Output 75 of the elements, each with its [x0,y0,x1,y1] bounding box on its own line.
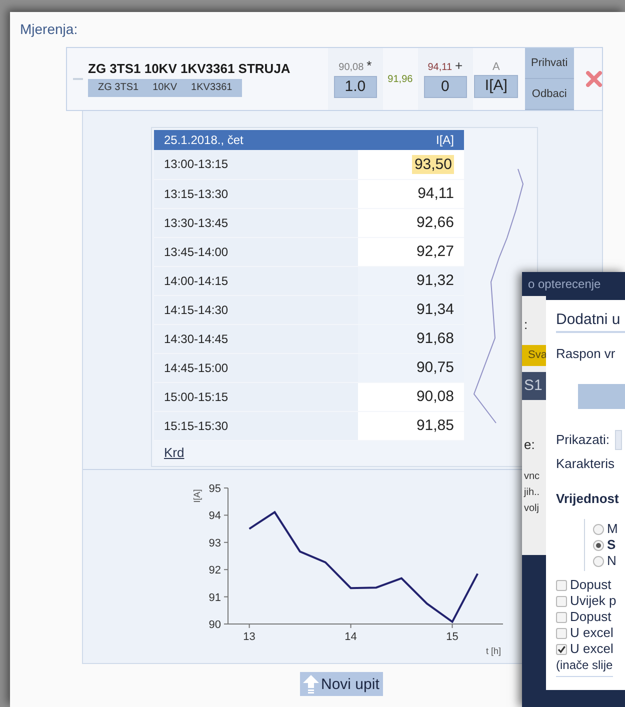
show-label: Prikazati: [556,432,610,448]
max-field[interactable]: 0 [424,76,467,98]
radio-option[interactable]: S [593,537,616,553]
range-button[interactable] [578,384,625,409]
value-cell: 91,85 [358,411,464,440]
check-icon [557,644,566,654]
x-tick-label: 15 [446,631,458,643]
time-cell: 13:15-13:30 [154,179,358,208]
time-cell: 15:00-15:15 [154,382,358,411]
note-text: (inače slije [556,657,613,677]
header-fragment: S1 [522,372,546,400]
y-axis-title: I[A] [192,489,202,503]
text-fragment: volj [523,502,540,516]
unit-field[interactable]: I[A] [474,74,518,98]
x-tick-label: 14 [344,631,357,643]
unit-label: A [492,60,500,72]
time-cell: 14:30-14:45 [154,324,358,353]
window-title: o opterecenje [528,277,601,291]
show-field[interactable] [615,430,622,450]
min-reading: 90,08 [338,62,364,74]
accept-button[interactable]: Prihvati [524,48,574,79]
y-tick-label: 93 [208,537,221,550]
max-reading: 94,11 [428,62,452,74]
value-cell: 90,08 [358,382,464,411]
section-label: Mjerenja: [20,20,78,38]
y-tick-label: 95 [208,483,221,495]
highlighted-value: 93,50 [412,154,454,174]
x-axis-title: t [h] [486,646,501,656]
text-fragment: : [523,316,528,334]
max-marker: + [455,60,463,72]
time-cell: 14:45-15:00 [154,353,358,382]
value-cell: 91,32 [358,266,464,295]
value-cell: 92,27 [358,237,464,266]
krd-link[interactable]: Krd [164,444,184,460]
text-fragment: vnc [523,470,540,484]
min-field[interactable]: 1.0 [334,76,377,98]
checkbox-option[interactable]: Dopust [556,577,612,593]
time-cell: 13:30-13:45 [154,208,358,237]
y-tick-label: 91 [208,592,221,604]
value-cell: 94,11 [358,179,464,208]
up-arrow-icon [302,674,320,694]
checkbox-option[interactable]: Dopust [556,609,612,625]
radio-option[interactable]: M [593,521,618,537]
average-reading: 91,96 [388,74,413,84]
text-fragment: e: [523,436,535,454]
dialog-title: Dodatni u [556,310,625,333]
new-query-button[interactable]: Novi upit [300,672,384,696]
y-tick-label: 90 [208,619,221,631]
column-header: 25.1.2018., čet [154,130,358,150]
measurement-title: ZG 3TS1 10KV 1KV3361 STRUJA [88,61,290,76]
delete-icon[interactable] [586,71,602,87]
characteristic-label: Karakteris [556,456,615,472]
time-cell: 14:15-14:30 [154,295,358,324]
range-label: Raspon vr [556,346,616,362]
values-label: Vrijednost [556,491,619,507]
tag-text: 1KV3361 [191,81,232,95]
time-cell: 14:00-14:15 [154,266,358,295]
time-cell: 13:00-13:15 [154,150,358,179]
y-tick-label: 92 [208,564,221,577]
column-header: I[A] [358,130,464,150]
checkbox-option[interactable]: Uvijek p [556,593,616,609]
reject-button[interactable]: Odbaci [524,79,574,110]
text-fragment: jih.. [522,486,540,500]
badge-fragment: Sva [522,345,546,366]
time-cell: 15:15-15:30 [154,411,358,440]
radio-option[interactable]: N [593,553,616,569]
x-tick-label: 13 [243,631,256,643]
y-tick-label: 94 [208,510,221,522]
checkbox-option[interactable]: U excel [556,625,614,641]
checkbox-option[interactable]: U excel [556,641,614,657]
value-cell: 92,66 [358,208,464,237]
tag-text: 10KV [152,81,178,95]
min-marker: * [366,60,372,72]
tag-text: ZG 3TS1 [98,81,139,95]
time-cell: 13:45-14:00 [154,237,358,266]
